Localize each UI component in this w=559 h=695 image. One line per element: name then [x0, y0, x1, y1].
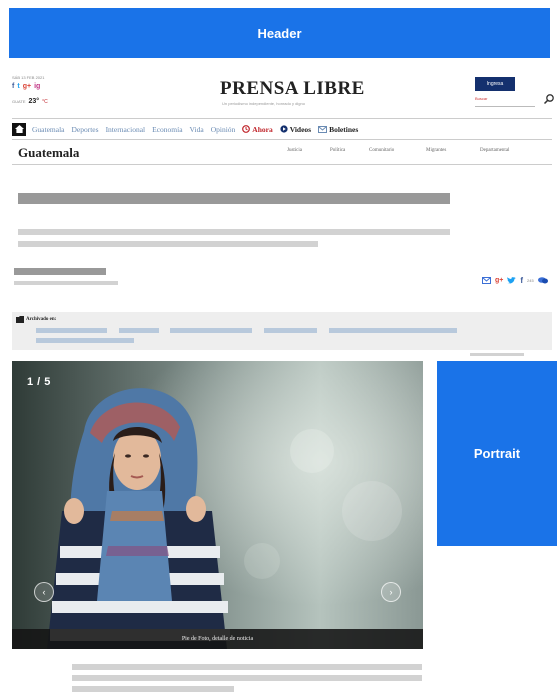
archive-tag[interactable]: [264, 328, 317, 333]
nav-top-rule: [12, 118, 552, 119]
facebook-icon[interactable]: f: [12, 83, 14, 90]
nav-item-opinion[interactable]: Opinión: [211, 125, 236, 134]
ad-label-placeholder: [470, 353, 524, 356]
share-bar: g+ f 245: [482, 276, 548, 285]
gallery-caption-text: Pie de Foto, detalle de noticia: [181, 636, 254, 642]
weather-widget: GUATE 23° °C: [12, 98, 48, 105]
gallery-next-button[interactable]: ›: [381, 582, 401, 602]
nav-item-internacional[interactable]: Internacional: [106, 125, 146, 134]
home-icon: [14, 125, 24, 133]
nav-item-videos[interactable]: Videos: [290, 125, 311, 134]
archive-tag[interactable]: [36, 328, 107, 333]
gallery-image: [12, 361, 423, 649]
gallery-prev-button[interactable]: ‹: [34, 582, 54, 602]
search-input[interactable]: Buscar: [475, 96, 535, 107]
temperature: 23°: [28, 98, 40, 105]
nav-item-vida[interactable]: Vida: [190, 125, 204, 134]
login-button[interactable]: Ingresa: [475, 77, 515, 91]
nav-bottom-rule: [12, 139, 552, 140]
subnav-justicia[interactable]: Justicia: [287, 148, 302, 153]
weather-city: GUATE: [12, 99, 26, 104]
archive-tag[interactable]: [119, 328, 159, 333]
lead-line-placeholder: [18, 241, 318, 247]
comments-icon[interactable]: [537, 277, 548, 284]
subnav-departamental[interactable]: Departamental: [480, 148, 509, 153]
byline-date-placeholder: [14, 281, 118, 285]
body-line-placeholder: [72, 675, 422, 681]
mail-icon: [318, 125, 328, 133]
nav-item-economia[interactable]: Economía: [152, 125, 182, 134]
body-line-placeholder: [72, 686, 234, 692]
byline-placeholder: [14, 268, 106, 275]
twitter-share-icon[interactable]: [507, 276, 517, 285]
headline-placeholder: [18, 193, 450, 204]
twitter-icon[interactable]: t: [17, 83, 19, 90]
email-share-icon[interactable]: [482, 277, 491, 284]
home-button[interactable]: [12, 122, 26, 136]
google-plus-share-icon[interactable]: g+: [495, 277, 503, 284]
gallery-caption: Pie de Foto, detalle de noticia: [12, 629, 423, 649]
main-nav: Guatemala Deportes Internacional Economí…: [12, 121, 552, 137]
social-links: f t g+ ig: [12, 83, 40, 90]
chevron-left-icon: ‹: [42, 587, 46, 597]
archive-label: Archivado en:: [26, 317, 57, 322]
nav-item-deportes[interactable]: Deportes: [71, 125, 98, 134]
header-ad-label: Header: [257, 25, 302, 41]
archive-tag[interactable]: [170, 328, 252, 333]
google-plus-icon[interactable]: g+: [23, 83, 31, 90]
chevron-right-icon: ›: [389, 587, 393, 597]
temperature-unit: °C: [42, 99, 48, 105]
site-logo[interactable]: PRENSA LIBRE: [220, 78, 365, 100]
play-icon: [280, 125, 288, 133]
folder-icon: [16, 316, 24, 323]
instagram-icon[interactable]: ig: [34, 83, 40, 90]
search-icon[interactable]: [543, 93, 555, 105]
nav-item-boletines[interactable]: Boletines: [329, 125, 358, 134]
portrait-ad-banner[interactable]: Portrait: [437, 361, 557, 546]
subnav-migrantes[interactable]: Migrantes: [426, 148, 446, 153]
date-line: SÁB 13 FEB 2021: [12, 75, 45, 80]
body-line-placeholder: [72, 664, 422, 670]
section-rule: [12, 164, 552, 165]
archive-tag[interactable]: [36, 338, 134, 343]
lead-line-placeholder: [18, 229, 450, 235]
share-count: 245: [527, 278, 534, 283]
header-ad-banner[interactable]: Header: [9, 8, 550, 58]
nav-item-guatemala[interactable]: Guatemala: [32, 125, 64, 134]
subnav-politica[interactable]: Política: [330, 148, 345, 153]
gallery-photo[interactable]: [12, 361, 423, 649]
gallery-counter: 1 / 5: [27, 376, 51, 388]
archive-tag[interactable]: [329, 328, 457, 333]
facebook-share-icon[interactable]: f: [520, 276, 523, 285]
site-tagline: Un periodismo independiente, honrado y d…: [222, 101, 305, 106]
section-title: Guatemala: [18, 145, 80, 160]
nav-item-ahora[interactable]: Ahora: [252, 125, 272, 134]
subnav-comunitario[interactable]: Comunitario: [369, 148, 394, 153]
clock-icon: [242, 125, 251, 133]
portrait-ad-label: Portrait: [473, 446, 521, 461]
